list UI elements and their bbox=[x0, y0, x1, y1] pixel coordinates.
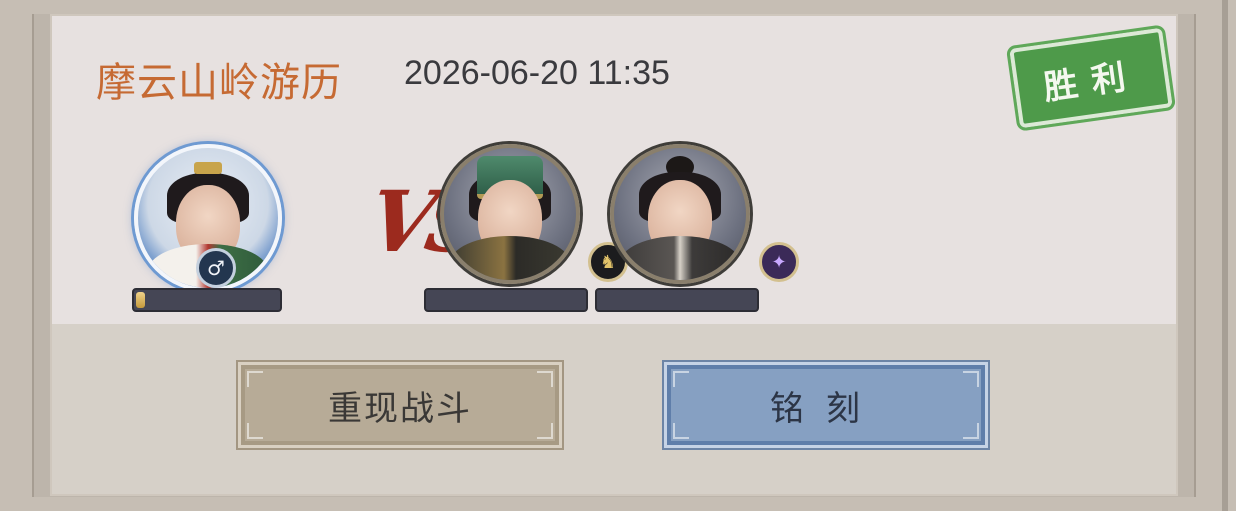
corner-ornament bbox=[247, 371, 263, 387]
corner-ornament bbox=[537, 371, 553, 387]
player-hp-fill bbox=[136, 292, 145, 308]
corner-ornament bbox=[537, 423, 553, 439]
action-bar bbox=[52, 324, 1176, 494]
corner-ornament bbox=[247, 423, 263, 439]
victory-stamp: 胜利 bbox=[1005, 23, 1177, 133]
replay-battle-button[interactable]: 重现战斗 bbox=[238, 362, 562, 448]
class-emblem-icon: ✦ bbox=[759, 242, 799, 282]
frame-right bbox=[1194, 0, 1236, 511]
corner-ornament bbox=[963, 371, 979, 387]
frame-top bbox=[32, 0, 1196, 14]
corner-ornament bbox=[673, 423, 689, 439]
avatar-robe bbox=[620, 236, 740, 280]
frame-bottom bbox=[32, 497, 1196, 511]
enemy-2-hp-bar bbox=[595, 288, 759, 312]
enemy-1-hp-bar bbox=[424, 288, 588, 312]
battle-datetime: 2026-06-20 11:35 bbox=[404, 54, 670, 92]
enemy-avatar-2[interactable] bbox=[610, 144, 750, 284]
engrave-button[interactable]: 铭刻 bbox=[664, 362, 988, 448]
player-hp-bar bbox=[132, 288, 282, 312]
battle-title: 摩云山岭游历 bbox=[96, 60, 342, 106]
battle-summary-area: 摩云山岭游历 2026-06-20 11:35 胜利 ♂ VS ♞ ✦ bbox=[52, 16, 1177, 324]
corner-ornament bbox=[673, 371, 689, 387]
engrave-label: 铭刻 bbox=[770, 388, 882, 429]
frame-left bbox=[0, 0, 34, 511]
corner-ornament bbox=[963, 423, 979, 439]
avatar-robe bbox=[450, 236, 570, 280]
battle-record-card: 摩云山岭游历 2026-06-20 11:35 胜利 ♂ VS ♞ ✦ bbox=[52, 16, 1177, 494]
enemy-avatar-1[interactable] bbox=[440, 144, 580, 284]
male-gender-icon: ♂ bbox=[196, 248, 236, 288]
crown-icon bbox=[194, 162, 222, 174]
replay-battle-label: 重现战斗 bbox=[328, 388, 472, 429]
